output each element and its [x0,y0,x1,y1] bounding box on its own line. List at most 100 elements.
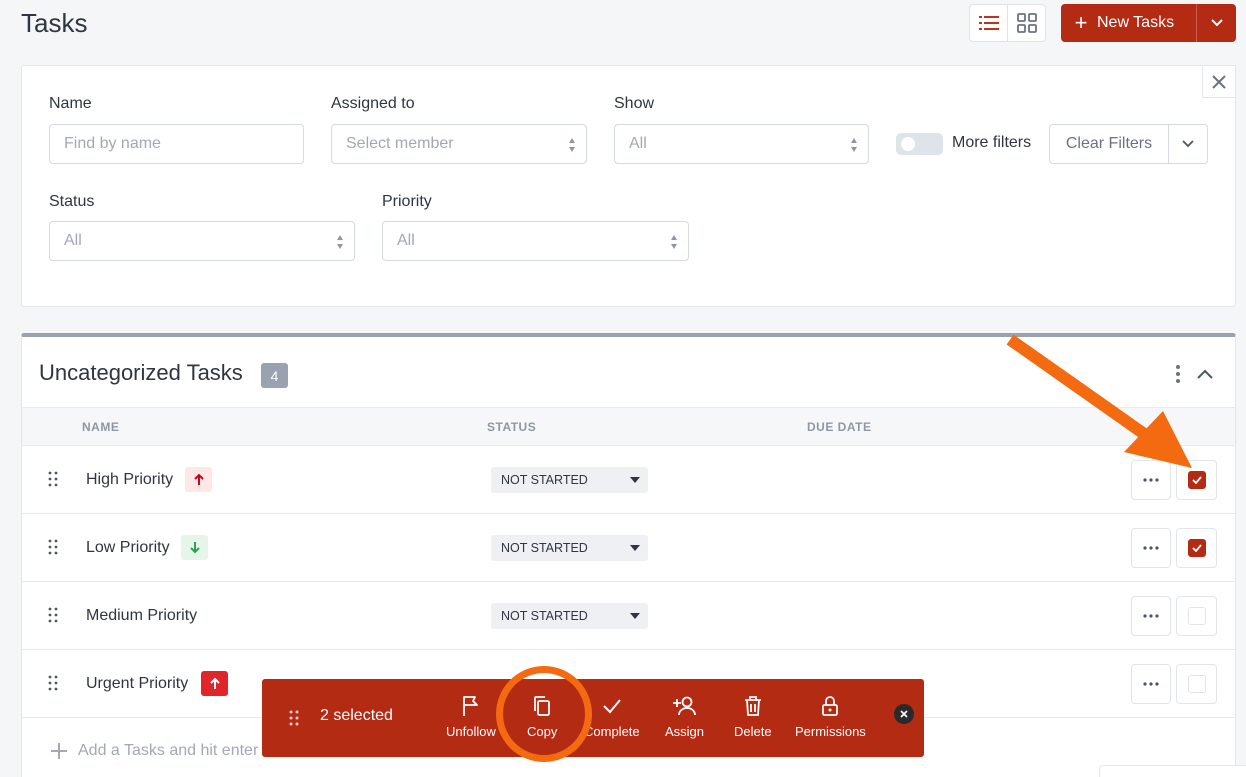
show-filter-select[interactable]: All [614,124,869,164]
toggle-knob [901,137,915,151]
status-dropdown[interactable]: NOT STARTED [491,603,648,629]
assigned-filter-select[interactable]: Select member [331,124,587,164]
row-select-checkbox[interactable] [1176,528,1217,568]
row-select-checkbox[interactable] [1176,460,1217,500]
check-icon [603,699,621,714]
name-filter-label: Name [49,95,92,112]
close-bulk-bar-button[interactable] [894,704,914,724]
close-filters-button[interactable] [1202,65,1236,98]
more-horizontal-icon [1143,546,1159,550]
group-menu-button[interactable] [1170,363,1186,385]
show-filter-label: Show [614,95,655,112]
sort-icon [671,235,677,249]
checkbox-box [1187,607,1206,625]
priority-badge [181,535,208,560]
arrow-up-icon [209,677,220,689]
page-title: Tasks [21,8,88,38]
clear-filters-dropdown[interactable] [1168,124,1208,164]
view-toggle [969,4,1046,42]
checkbox-box [1187,471,1206,489]
table-header [22,407,1235,446]
status-value: NOT STARTED [501,473,588,487]
assigned-filter-value: Select member [346,135,454,152]
checkbox-box [1187,675,1206,693]
grid-view-button[interactable] [1007,5,1045,41]
priority-filter-label: Priority [382,193,432,210]
complete-label: Complete [584,724,640,739]
unfollow-label: Unfollow [446,724,496,739]
close-icon [1212,74,1226,89]
more-horizontal-icon [1143,478,1159,482]
caret-down-icon [630,477,640,483]
new-tasks-button[interactable]: + New Tasks [1061,4,1236,42]
list-icon [978,16,999,30]
more-horizontal-icon [1143,614,1159,618]
copy-label: Copy [527,724,558,739]
status-dropdown[interactable]: NOT STARTED [491,467,648,493]
column-header-status[interactable]: STATUS [487,420,536,434]
status-filter-select[interactable]: All [49,221,355,261]
status-filter-label: Status [49,193,95,210]
drag-handle-icon[interactable] [48,675,58,691]
more-filters-label: More filters [952,134,1032,151]
drag-handle-icon[interactable] [289,710,299,726]
task-name[interactable]: Medium Priority [86,607,197,625]
checkbox-box [1187,539,1206,557]
row-menu-button[interactable] [1131,460,1171,500]
assign-button[interactable]: Assign [665,693,704,743]
name-filter-input[interactable]: Find by name [49,124,304,164]
plus-icon: + [1074,10,1088,35]
more-filters-toggle[interactable] [896,133,943,155]
sort-icon [851,138,857,152]
new-tasks-label: New Tasks [1097,14,1175,31]
assigned-filter-label: Assigned to [331,95,415,112]
list-view-button[interactable] [970,5,1007,41]
more-vertical-icon [1176,365,1180,383]
priority-filter-value: All [397,232,415,249]
caret-down-icon [630,545,640,551]
selected-count: 2 selected [320,707,393,724]
priority-filter-select[interactable]: All [382,221,689,261]
new-tasks-dropdown-toggle[interactable] [1196,4,1236,42]
column-header-due-date[interactable]: DUE DATE [807,420,871,434]
task-name[interactable]: Low Priority [86,539,170,557]
delete-button[interactable]: Delete [734,693,772,743]
row-menu-button[interactable] [1131,596,1171,636]
arrow-down-icon [189,542,200,554]
sort-icon [569,138,575,152]
close-icon [900,710,908,718]
drag-handle-icon[interactable] [48,539,58,555]
copy-button[interactable]: Copy [527,693,557,743]
check-icon [1191,544,1202,552]
arrow-up-icon [193,473,204,485]
drag-handle-icon[interactable] [48,607,58,623]
task-name[interactable]: Urgent Priority [86,675,188,693]
column-header-name[interactable]: NAME [82,420,119,434]
name-filter-placeholder: Find by name [64,135,161,152]
drag-handle-icon[interactable] [48,471,58,487]
grid-icon [1016,13,1037,33]
clear-filters-button[interactable]: Clear Filters [1049,124,1169,164]
status-filter-value: All [64,232,82,249]
group-title: Uncategorized Tasks [39,360,243,385]
collapse-group-button[interactable] [1193,362,1217,386]
task-name[interactable]: High Priority [86,471,173,489]
show-filter-value: All [629,135,647,152]
status-value: NOT STARTED [501,609,588,623]
unfollow-button[interactable]: Unfollow [446,693,496,743]
row-select-checkbox[interactable] [1176,664,1217,704]
flag-icon [463,696,478,716]
status-dropdown[interactable]: NOT STARTED [491,535,648,561]
permissions-button[interactable]: Permissions [795,693,866,743]
caret-down-icon [630,613,640,619]
row-select-checkbox[interactable] [1176,596,1217,636]
row-menu-button[interactable] [1131,664,1171,704]
corner-panel [1099,765,1246,777]
chevron-down-icon [1182,140,1194,148]
row-menu-button[interactable] [1131,528,1171,568]
complete-button[interactable]: Complete [584,693,640,743]
delete-label: Delete [734,724,772,739]
plus-icon [51,743,67,759]
bulk-action-bar: 2 selected Unfollow Copy Complete Assign… [262,679,924,757]
status-value: NOT STARTED [501,541,588,555]
